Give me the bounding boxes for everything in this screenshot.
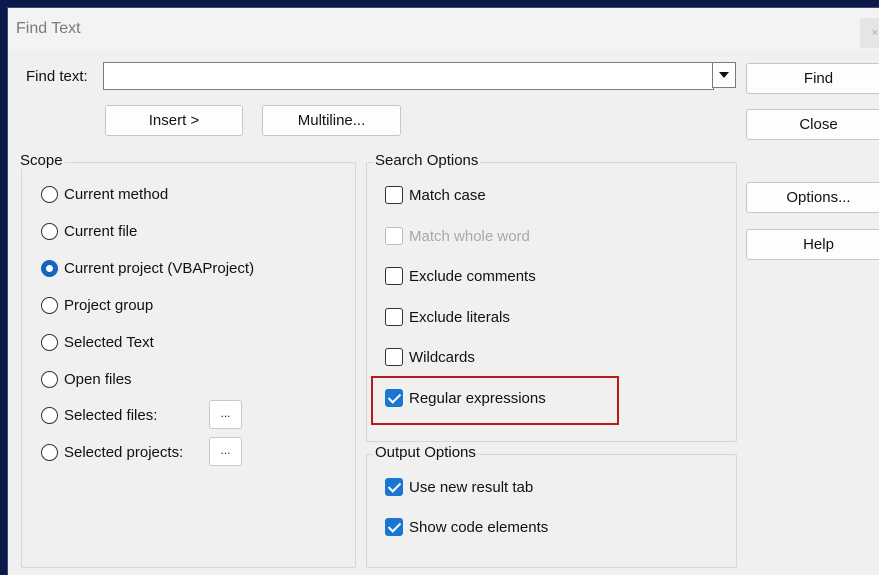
radio-icon[interactable] bbox=[41, 371, 58, 388]
scope-option-selected-files[interactable]: Selected files: bbox=[41, 407, 157, 424]
find-button[interactable]: Find bbox=[746, 63, 879, 94]
scope-option-current-method[interactable]: Current method bbox=[41, 186, 168, 203]
scope-option-label: Selected projects: bbox=[64, 444, 184, 461]
checkbox-checked-icon[interactable] bbox=[385, 389, 403, 407]
checkbox-icon[interactable] bbox=[385, 186, 403, 204]
title-bar: Find Text × bbox=[8, 8, 879, 50]
scope-option-label: Current method bbox=[64, 186, 169, 203]
scope-option-selected-text[interactable]: Selected Text bbox=[41, 334, 154, 351]
radio-icon[interactable] bbox=[41, 186, 58, 203]
option-label: Show code elements bbox=[409, 518, 549, 536]
radio-icon[interactable] bbox=[41, 297, 58, 314]
help-button[interactable]: Help bbox=[746, 229, 879, 260]
option-label: Match case bbox=[409, 186, 486, 204]
radio-selected-icon[interactable] bbox=[41, 260, 58, 277]
chevron-down-icon[interactable] bbox=[712, 62, 736, 88]
output-options-title: Output Options bbox=[373, 444, 478, 461]
find-text-label: Find text: bbox=[26, 68, 88, 85]
option-exclude-literals[interactable]: Exclude literals bbox=[385, 308, 510, 326]
scope-title: Scope bbox=[18, 152, 65, 169]
option-regular-expressions[interactable]: Regular expressions bbox=[385, 389, 546, 407]
scope-option-label: Project group bbox=[64, 297, 154, 314]
scope-option-current-file[interactable]: Current file bbox=[41, 223, 137, 240]
output-use-new-result-tab[interactable]: Use new result tab bbox=[385, 478, 533, 496]
radio-icon[interactable] bbox=[41, 444, 58, 461]
option-label: Use new result tab bbox=[409, 478, 534, 496]
checkbox-icon[interactable] bbox=[385, 308, 403, 326]
multiline-button[interactable]: Multiline... bbox=[262, 105, 401, 136]
option-label: Exclude comments bbox=[409, 267, 536, 285]
output-show-code-elements[interactable]: Show code elements bbox=[385, 518, 548, 536]
checkbox-icon bbox=[385, 227, 403, 245]
option-label: Match whole word bbox=[409, 227, 530, 245]
scope-option-current-project-vbaproject[interactable]: Current project (VBAProject) bbox=[41, 260, 254, 277]
scope-option-label: Open files bbox=[64, 371, 132, 388]
browse-files-button[interactable]: ... bbox=[209, 400, 242, 429]
scope-option-project-group[interactable]: Project group bbox=[41, 297, 153, 314]
search-options-title: Search Options bbox=[373, 152, 481, 169]
option-label: Regular expressions bbox=[409, 389, 546, 407]
option-label: Wildcards bbox=[409, 348, 475, 366]
options-button[interactable]: Options... bbox=[746, 182, 879, 213]
radio-icon[interactable] bbox=[41, 334, 58, 351]
scope-option-label: Selected Text bbox=[64, 334, 154, 351]
scope-option-open-files[interactable]: Open files bbox=[41, 371, 132, 388]
output-options-group bbox=[366, 454, 737, 568]
scope-option-selected-projects[interactable]: Selected projects: bbox=[41, 444, 183, 461]
radio-icon[interactable] bbox=[41, 407, 58, 424]
dialog-title: Find Text bbox=[16, 20, 81, 37]
radio-icon[interactable] bbox=[41, 223, 58, 240]
browse-projects-button[interactable]: ... bbox=[209, 437, 242, 466]
checkbox-icon[interactable] bbox=[385, 348, 403, 366]
scope-option-label: Selected files: bbox=[64, 407, 158, 424]
option-exclude-comments[interactable]: Exclude comments bbox=[385, 267, 536, 285]
scope-option-label: Current project (VBAProject) bbox=[64, 260, 255, 277]
checkbox-checked-icon[interactable] bbox=[385, 478, 403, 496]
checkbox-icon[interactable] bbox=[385, 267, 403, 285]
option-match-case[interactable]: Match case bbox=[385, 186, 486, 204]
option-label: Exclude literals bbox=[409, 308, 510, 326]
option-match-whole-word: Match whole word bbox=[385, 227, 530, 245]
find-text-input[interactable] bbox=[103, 62, 714, 90]
checkbox-checked-icon[interactable] bbox=[385, 518, 403, 536]
option-wildcards[interactable]: Wildcards bbox=[385, 348, 475, 366]
scope-option-label: Current file bbox=[64, 223, 138, 240]
close-button[interactable]: Close bbox=[746, 109, 879, 140]
insert-button[interactable]: Insert > bbox=[105, 105, 243, 136]
find-text-dialog: Find Text × Find text: Insert > Multilin… bbox=[7, 7, 879, 575]
close-icon[interactable]: × bbox=[860, 18, 879, 48]
